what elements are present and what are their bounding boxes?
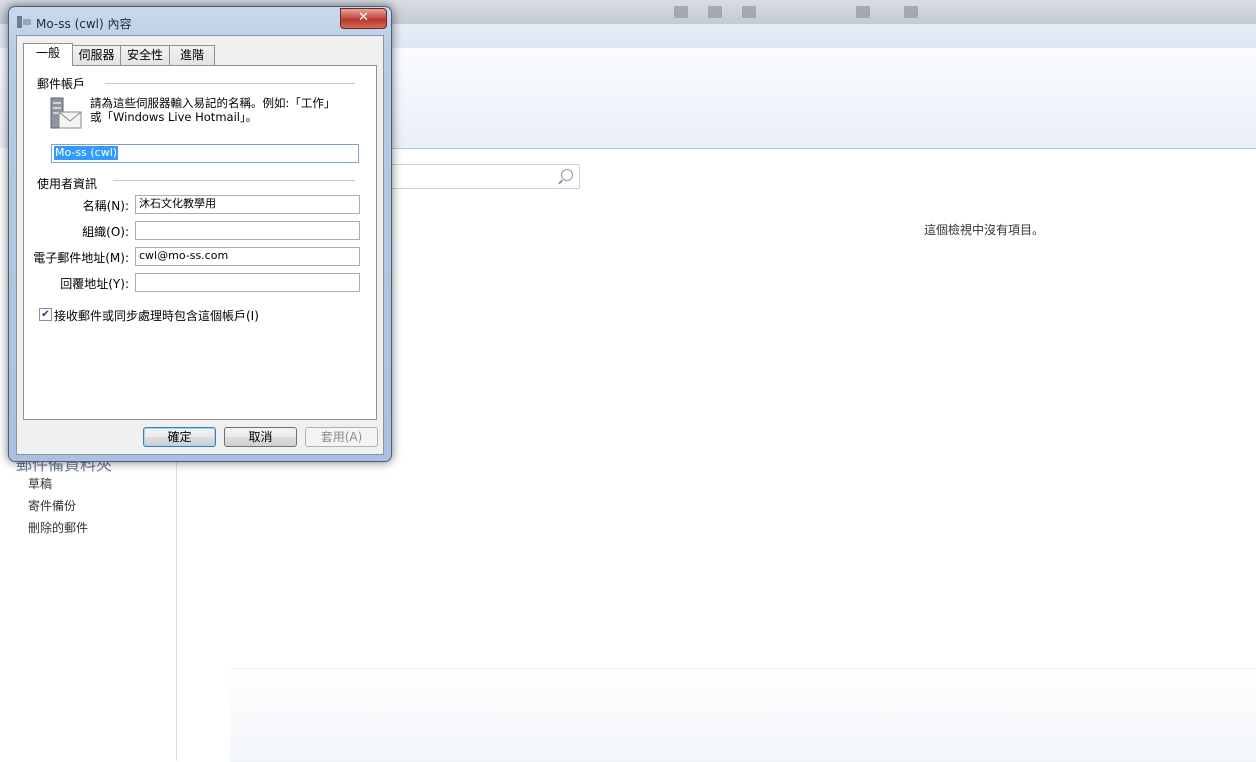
email-label: 電子郵件地址(M):: [33, 251, 129, 265]
empty-view-message: 這個檢視中沒有項目。: [924, 223, 1045, 237]
ok-button[interactable]: 確定: [143, 427, 216, 447]
reply-address-field[interactable]: [135, 273, 360, 292]
toolbar-icon[interactable]: [742, 6, 756, 18]
tab-security[interactable]: 安全性: [120, 45, 170, 65]
tab-general[interactable]: 一般: [23, 43, 73, 66]
dialog-title: Mo-ss (cwl) 內容: [36, 17, 132, 31]
close-button[interactable]: ✕: [340, 8, 387, 29]
folder-item-deleted[interactable]: 刪除的郵件: [28, 519, 88, 536]
name-label: 名稱(N):: [82, 199, 129, 213]
reading-pane-footer: [230, 668, 1256, 762]
cancel-button[interactable]: 取消: [224, 427, 297, 447]
toolbar-icon[interactable]: [708, 6, 722, 18]
properties-icon: [17, 16, 31, 28]
email-field[interactable]: cwl@mo-ss.com: [135, 247, 360, 266]
name-field[interactable]: 沐石文化教學用: [135, 195, 360, 214]
mail-account-group-title: 郵件帳戶: [37, 75, 94, 92]
account-properties-dialog: Mo-ss (cwl) 內容 ✕ 一般 伺服器 安全性 進階 郵件帳戶 請為這些…: [8, 6, 392, 462]
folder-item-sent[interactable]: 寄件備份: [28, 497, 76, 514]
organization-label: 組織(O):: [82, 225, 129, 239]
reply-address-label: 回覆地址(Y):: [60, 277, 129, 291]
tab-advanced[interactable]: 進階: [169, 45, 215, 65]
apply-button[interactable]: 套用(A): [305, 427, 378, 447]
description-line: 或「Windows Live Hotmail」。: [90, 110, 258, 124]
search-icon[interactable]: [561, 169, 573, 181]
account-name-input[interactable]: Mo-ss (cwl): [51, 144, 359, 163]
divider: [113, 180, 355, 181]
dialog-title-bar[interactable]: Mo-ss (cwl) 內容 ✕: [9, 7, 391, 35]
divider: [105, 83, 355, 84]
tab-servers[interactable]: 伺服器: [72, 45, 121, 65]
toolbar-icon[interactable]: [674, 6, 688, 18]
description-line: 請為這些伺服器輸入易記的名稱。例如:「工作」: [90, 96, 336, 110]
include-account-checkbox[interactable]: ✔: [39, 308, 52, 321]
toolbar-icon[interactable]: [904, 6, 918, 18]
folder-item-drafts[interactable]: 草稿: [28, 475, 52, 492]
mail-server-icon: [50, 97, 82, 129]
user-info-group-title: 使用者資訊: [37, 175, 106, 192]
selected-text: Mo-ss (cwl): [54, 146, 119, 160]
organization-field[interactable]: [135, 221, 360, 240]
message-search-box[interactable]: [390, 164, 580, 189]
toolbar-icon[interactable]: [856, 6, 870, 18]
include-account-label[interactable]: 接收郵件或同步處理時包含這個帳戶(I): [54, 307, 259, 324]
account-description: 請為這些伺服器輸入易記的名稱。例如:「工作」 或「Windows Live Ho…: [90, 96, 365, 124]
